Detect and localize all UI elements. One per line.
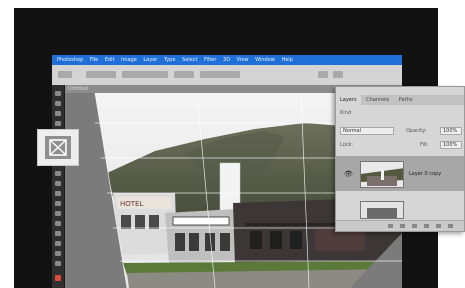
menu-item[interactable]: File [90,57,98,63]
layer-style-icon[interactable] [400,224,405,228]
option-control[interactable] [200,71,240,78]
menu-item[interactable]: Help [281,57,292,63]
dodge-tool-icon[interactable] [55,221,61,226]
cancel-crop-button[interactable] [318,71,328,78]
menu-bar: Photoshop File Edit Image Layer Type Sel… [52,55,402,65]
gradient-tool-icon[interactable] [55,201,61,206]
svg-text:HOTEL: HOTEL [120,200,143,208]
layer-name[interactable]: Layer 0 copy [409,170,441,178]
tool-preset-button[interactable] [58,71,72,78]
commit-crop-button[interactable] [333,71,343,78]
fill-label: Fill: [420,142,429,148]
eye-icon[interactable]: 👁 [344,171,353,178]
type-tool-icon[interactable] [55,241,61,246]
new-group-icon[interactable] [436,224,441,228]
history-brush-tool-icon[interactable] [55,181,61,186]
blend-mode-select[interactable]: Normal [340,127,394,135]
menu-item[interactable]: Edit [105,57,115,63]
tab-channels[interactable]: Channels [362,95,393,105]
tools-panel [52,85,65,288]
layers-panel: Layers Channels Paths Kind Normal Opacit… [335,86,465,232]
menu-item[interactable]: Filter [204,57,216,63]
perspective-crop-icon [37,129,79,166]
lock-label: Lock: [340,142,354,148]
menu-item[interactable]: Select [182,57,197,63]
layer-thumbnail-image [361,202,403,218]
menu-item[interactable]: Photoshop [57,57,83,63]
menu-item[interactable]: Layer [143,57,157,63]
opacity-label: Opacity: [406,128,427,134]
shape-tool-icon[interactable] [55,261,61,266]
layers-panel-footer [336,220,464,231]
perspective-crop-glyph [49,139,67,156]
delete-layer-icon[interactable] [448,224,453,228]
layer-thumbnail [360,161,404,188]
menu-item[interactable]: View [237,57,249,63]
path-select-tool-icon[interactable] [55,251,61,256]
options-bar [52,65,402,86]
option-control[interactable] [174,71,194,78]
add-mask-icon[interactable] [412,224,417,228]
clone-stamp-tool-icon[interactable] [55,171,61,176]
opacity-field[interactable]: 100% [440,127,462,135]
option-control[interactable] [86,71,116,78]
lasso-tool-icon[interactable] [55,111,61,116]
link-layers-icon[interactable] [388,224,393,228]
menu-item[interactable]: 3D [223,57,230,63]
crop-icon-frame [45,136,71,159]
layer-thumbnail-image [361,162,403,187]
layers-panel-tabs: Layers Channels Paths [336,95,464,105]
filter-kind-label[interactable]: Kind [340,109,351,117]
adjustment-layer-icon[interactable] [424,224,429,228]
layer-thumbnail [360,201,404,219]
fill-field[interactable]: 100% [440,141,462,149]
tab-layers[interactable]: Layers [336,95,361,105]
pen-tool-icon[interactable] [55,231,61,236]
quick-select-tool-icon[interactable] [55,121,61,126]
marquee-tool-icon[interactable] [55,101,61,106]
option-control[interactable] [122,71,168,78]
menu-item[interactable]: Type [164,57,175,63]
menu-item[interactable]: Window [255,57,275,63]
eraser-tool-icon[interactable] [55,191,61,196]
foreground-color-icon[interactable] [55,275,61,281]
move-tool-icon[interactable] [55,91,61,96]
blur-tool-icon[interactable] [55,211,61,216]
menu-item[interactable]: Image [121,57,137,63]
tab-paths[interactable]: Paths [395,95,417,105]
